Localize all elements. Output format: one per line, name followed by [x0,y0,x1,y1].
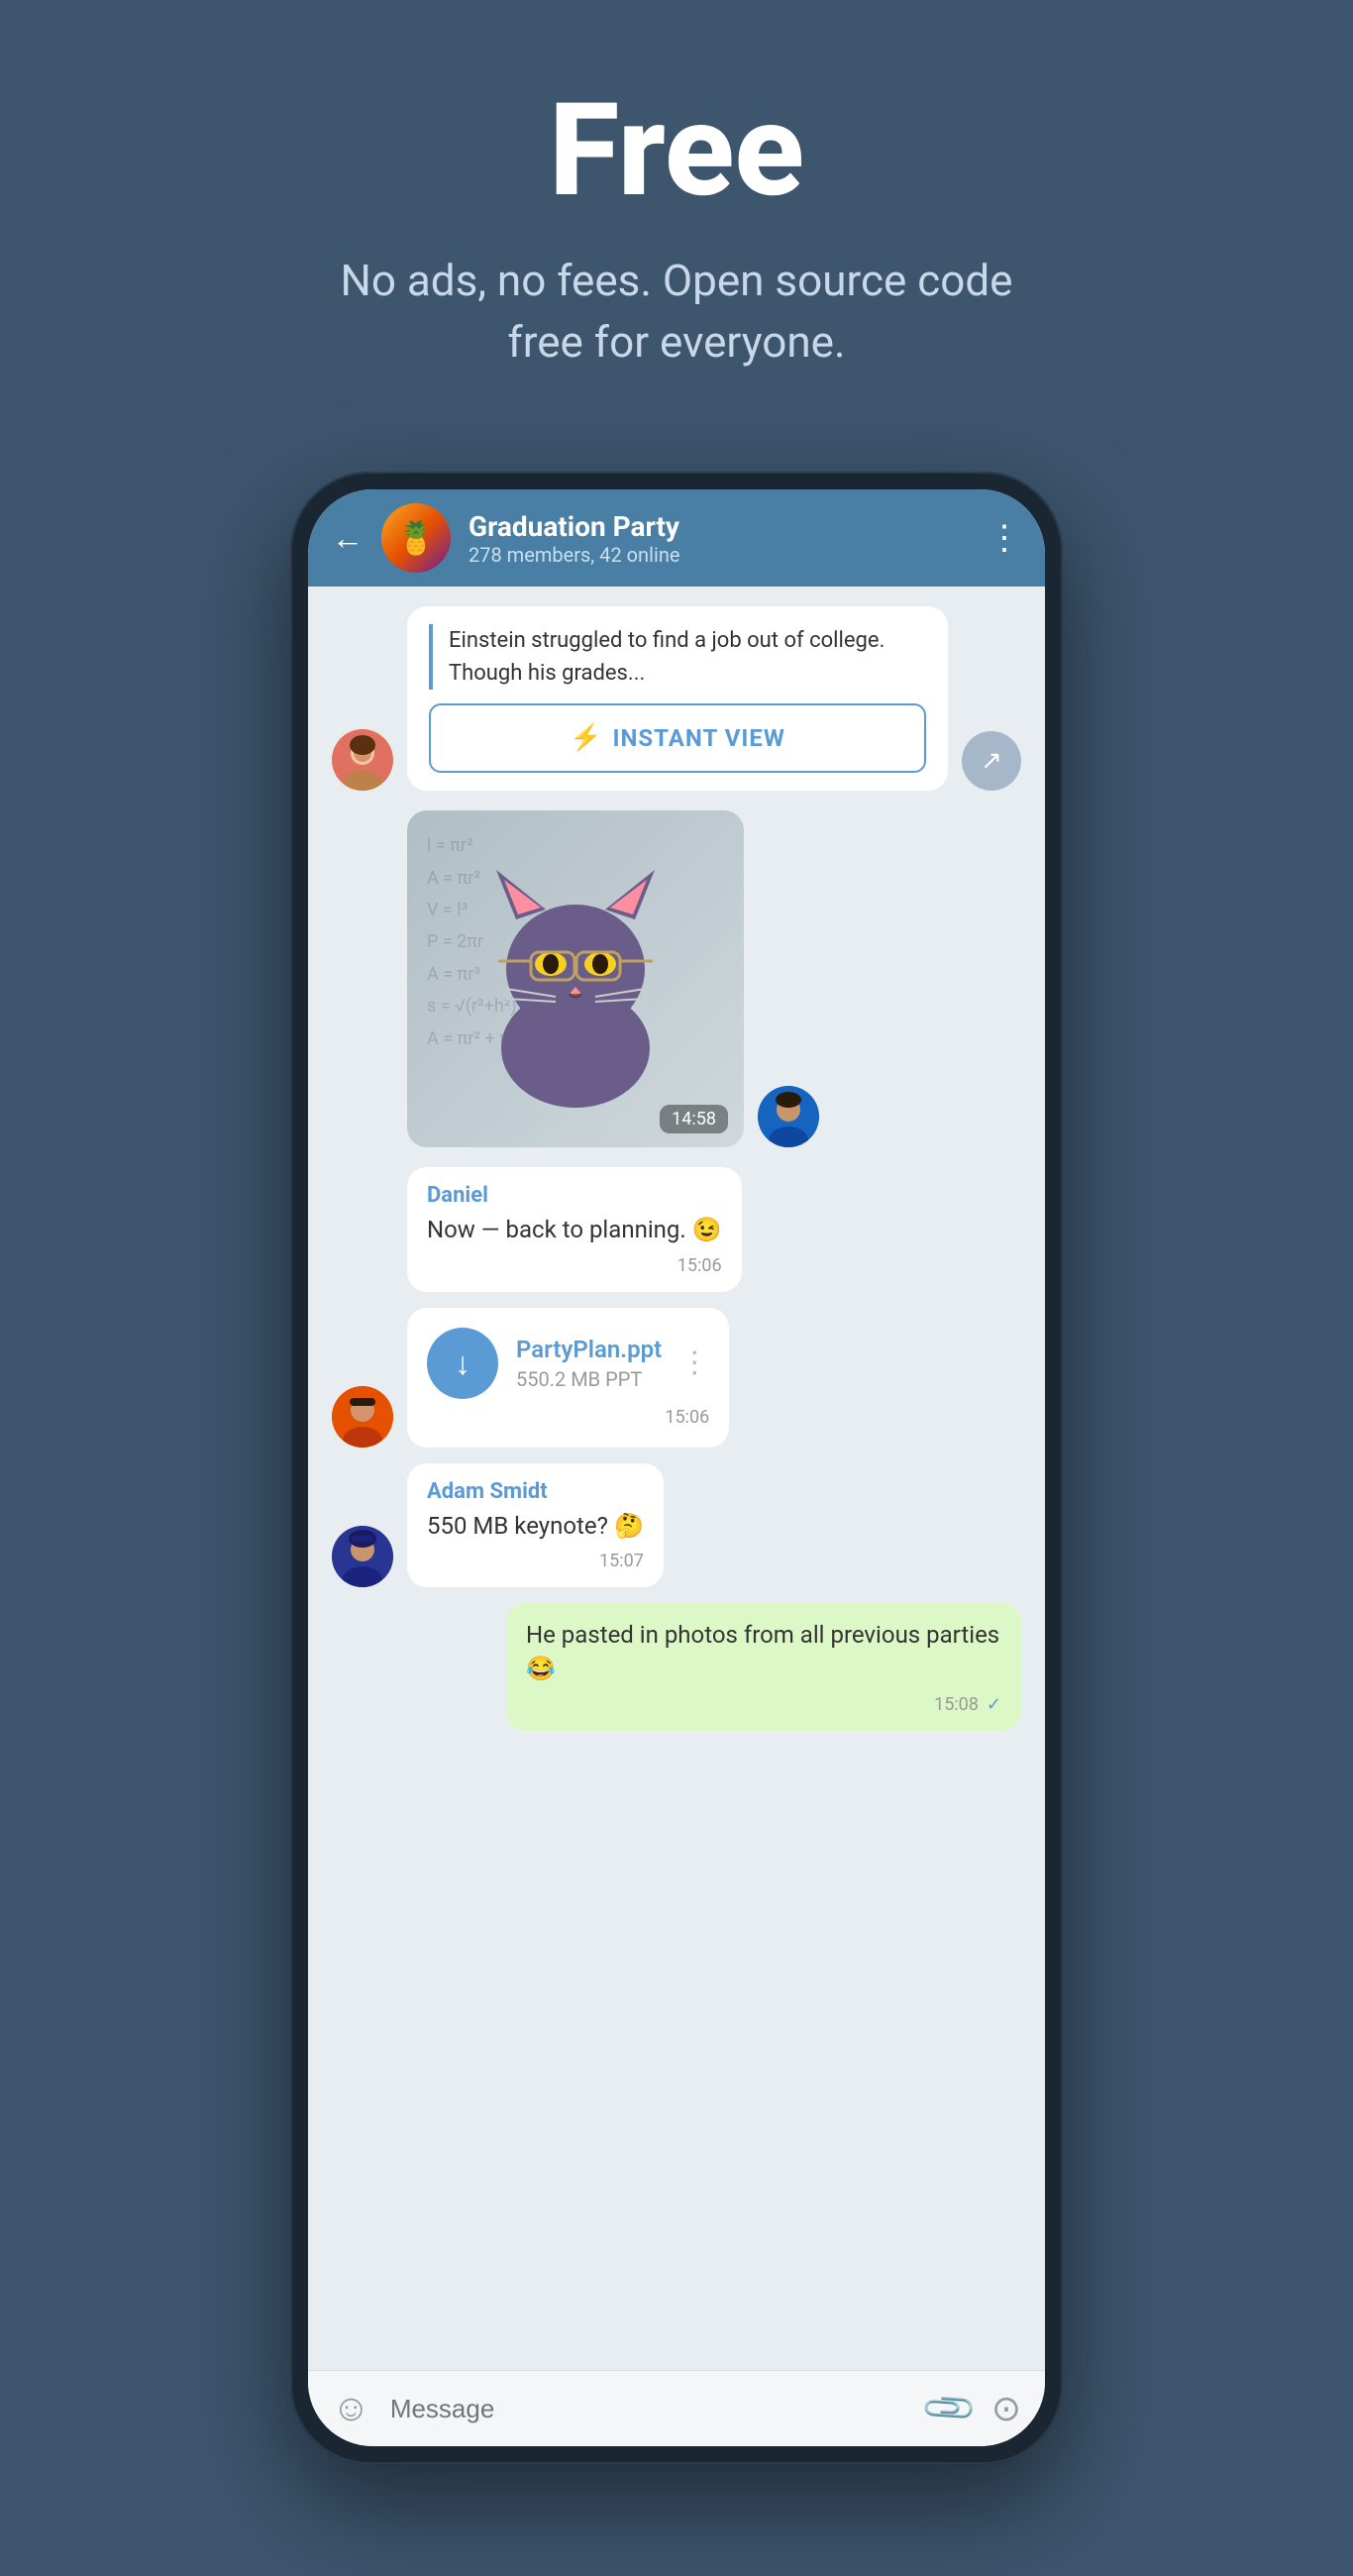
article-bubble: Einstein struggled to find a job out of … [407,606,948,791]
share-button[interactable]: ↗ [962,731,1021,791]
file-bubble: ↓ PartyPlan.ppt 550.2 MB PPT ⋮ 15:06 [407,1308,729,1448]
adam-message-meta: 15:07 [427,1551,644,1571]
own-message-meta: 15:08 ✓ [526,1694,1001,1715]
file-name: PartyPlan.ppt [516,1336,662,1363]
sticker-image: l = πr²A = πr²V = l³P = 2πrA = πr³s = √(… [407,810,744,1147]
chat-area: Einstein struggled to find a job out of … [308,587,1045,2370]
file-message-meta: 15:06 [427,1407,709,1428]
avatar-girl [332,729,393,791]
phone-device: ← 🍍 Graduation Party 278 members, 42 onl… [290,472,1063,2464]
camera-icon[interactable]: ⊙ [991,2388,1021,2429]
phone-outer: ← 🍍 Graduation Party 278 members, 42 onl… [290,472,1063,2464]
own-message-text: He pasted in photos from all previous pa… [526,1619,1001,1685]
adam-message-text: 550 MB keynote? 🤔 [427,1510,644,1544]
group-avatar: 🍍 [381,503,451,573]
adam-message-time: 15:07 [599,1551,644,1571]
daniel-message-meta: 15:06 [427,1255,722,1276]
own-message-row: He pasted in photos from all previous pa… [332,1603,1021,1730]
lightning-icon: ⚡ [570,723,602,753]
hero-title: Free [549,79,804,221]
sticker-container: l = πr²A = πr²V = l³P = 2πrA = πr³s = √(… [407,810,744,1147]
message-input[interactable] [390,2394,907,2424]
instant-view-button[interactable]: ⚡ INSTANT VIEW [429,703,926,773]
group-name: Graduation Party [468,510,970,543]
article-message-row: Einstein struggled to find a job out of … [332,606,1021,791]
daniel-message-row: Daniel Now — back to planning. 😉 15:06 [332,1167,1021,1292]
article-bubble-container: Einstein struggled to find a job out of … [407,606,948,791]
hero-section: Free No ads, no fees. Open source code f… [0,0,1353,432]
daniel-message-time: 15:06 [677,1255,722,1276]
more-options-icon[interactable]: ⋮ [988,518,1021,558]
avatar-guy2 [332,1386,393,1448]
attach-icon[interactable]: 📎 [919,2378,980,2438]
phone-inner: ← 🍍 Graduation Party 278 members, 42 onl… [308,489,1045,2446]
file-more-icon[interactable]: ⋮ [679,1345,709,1380]
adam-message-row: Adam Smidt 550 MB keynote? 🤔 15:07 [332,1463,1021,1588]
file-content: ↓ PartyPlan.ppt 550.2 MB PPT ⋮ [427,1328,709,1399]
avatar-guy3 [332,1526,393,1587]
article-preview: Einstein struggled to find a job out of … [429,624,926,690]
daniel-name: Daniel [427,1183,722,1208]
daniel-message-bubble: Daniel Now — back to planning. 😉 15:06 [407,1167,742,1292]
input-bar: ☺ 📎 ⊙ [308,2370,1045,2446]
avatar-guy [758,1086,819,1147]
file-download-button[interactable]: ↓ [427,1328,498,1399]
chat-header: ← 🍍 Graduation Party 278 members, 42 onl… [308,489,1045,587]
own-message-time: 15:08 [934,1694,979,1715]
back-button[interactable]: ← [332,519,364,557]
adam-message-bubble: Adam Smidt 550 MB keynote? 🤔 15:07 [407,1463,664,1588]
group-members: 278 members, 42 online [468,543,970,567]
sticker-time: 14:58 [660,1105,728,1133]
emoji-button[interactable]: ☺ [332,2387,370,2430]
daniel-message-text: Now — back to planning. 😉 [427,1214,722,1247]
group-info: Graduation Party 278 members, 42 online [468,510,970,567]
file-size: 550.2 MB PPT [516,1367,662,1391]
article-text: Einstein struggled to find a job out of … [449,624,926,690]
hero-subtitle: No ads, no fees. Open source code free f… [330,251,1023,373]
adam-name: Adam Smidt [427,1479,644,1504]
own-message-bubble: He pasted in photos from all previous pa… [506,1603,1021,1730]
message-check-icon: ✓ [987,1694,1001,1715]
sticker-row: l = πr²A = πr²V = l³P = 2πrA = πr³s = √(… [332,810,1021,1147]
file-message-time: 15:06 [665,1407,709,1428]
file-info: PartyPlan.ppt 550.2 MB PPT [516,1336,662,1391]
instant-view-label: INSTANT VIEW [612,724,784,752]
file-message-row: ↓ PartyPlan.ppt 550.2 MB PPT ⋮ 15:06 [332,1308,1021,1448]
